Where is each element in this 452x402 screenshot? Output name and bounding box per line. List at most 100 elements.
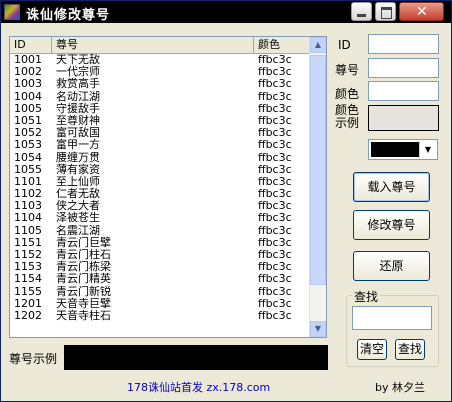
row-title: 守援敌手 bbox=[56, 101, 100, 115]
list-body: 1001 天下无敌 ffbc3c 1002 一代宗师 ffbc3c 1003 救赏高手 ffbc… bbox=[10, 54, 310, 337]
row-id: 1051 bbox=[14, 113, 42, 127]
row-color: ffbc3c bbox=[258, 138, 292, 152]
row-color: ffbc3c bbox=[258, 248, 292, 261]
row-id: 1153 bbox=[14, 260, 42, 274]
list-scrollbar[interactable]: ▲ ▼ bbox=[309, 37, 326, 337]
row-color: ffbc3c bbox=[258, 284, 292, 298]
row-title: 天音寺柱石 bbox=[56, 308, 111, 322]
find-button[interactable]: 查找 bbox=[395, 339, 425, 360]
table-row[interactable]: 1202 天音寺柱石 ffbc3c bbox=[10, 308, 310, 322]
row-id: 1103 bbox=[14, 199, 42, 213]
title-list[interactable]: ID 尊号 颜色 1001 天下无敌 ffbc3c 1002 一代宗师 ffbc3c 100… bbox=[9, 36, 327, 338]
row-id: 1002 bbox=[14, 65, 42, 79]
row-id: 1105 bbox=[14, 223, 42, 237]
row-title: 青云门新锐 bbox=[56, 284, 111, 298]
scroll-thumb[interactable] bbox=[310, 55, 326, 285]
row-color: ffbc3c bbox=[258, 54, 292, 66]
row-title: 腰缠万贯 bbox=[56, 150, 100, 164]
row-color: ffbc3c bbox=[258, 77, 292, 91]
color-label: 颜色 bbox=[335, 87, 360, 101]
maximize-button[interactable] bbox=[375, 2, 396, 21]
minimize-icon bbox=[357, 14, 366, 17]
search-group-label: 查找 bbox=[352, 288, 381, 305]
row-id: 1003 bbox=[14, 77, 42, 91]
column-header-id[interactable]: ID bbox=[10, 37, 52, 53]
row-color: ffbc3c bbox=[258, 308, 292, 322]
minimize-button[interactable] bbox=[351, 2, 372, 21]
id-label: ID bbox=[338, 38, 351, 52]
reset-button[interactable]: 还原 bbox=[353, 251, 430, 281]
clear-button[interactable]: 清空 bbox=[357, 339, 387, 360]
row-color: ffbc3c bbox=[258, 260, 292, 274]
row-title: 薄有家资 bbox=[56, 162, 100, 176]
color-field[interactable] bbox=[368, 81, 439, 101]
close-button[interactable]: ✕ bbox=[399, 2, 444, 21]
row-color: ffbc3c bbox=[258, 199, 292, 213]
color-picker-dropdown[interactable]: ▼ bbox=[368, 139, 438, 160]
scroll-up-arrow-icon[interactable]: ▲ bbox=[310, 37, 326, 53]
table-row[interactable]: 1004 名动江湖 ffbc3c bbox=[10, 89, 310, 103]
row-title: 青云门巨擘 bbox=[56, 235, 111, 249]
title-bar: 诛仙修改尊号 ✕ bbox=[1, 1, 451, 23]
row-color: ffbc3c bbox=[258, 272, 292, 286]
color-preview-swatch bbox=[368, 105, 439, 131]
modify-title-button[interactable]: 修改尊号 bbox=[353, 210, 430, 240]
row-id: 1154 bbox=[14, 272, 42, 286]
table-row[interactable]: 1104 泽被苍生 ffbc3c bbox=[10, 212, 310, 224]
table-row[interactable]: 1155 青云门新锐 ffbc3c bbox=[10, 284, 310, 298]
main-window: 诛仙修改尊号 ✕ ID 尊号 颜色 1001 天下无敌 ffbc3c 1002 一代宗师… bbox=[0, 0, 452, 402]
load-title-button[interactable]: 载入尊号 bbox=[353, 172, 430, 202]
site-link[interactable]: 178诛仙站首发 zx.178.com bbox=[127, 379, 270, 395]
row-id: 1102 bbox=[14, 187, 42, 201]
row-title: 名动江湖 bbox=[56, 89, 100, 103]
row-color: ffbc3c bbox=[258, 174, 292, 188]
window-title: 诛仙修改尊号 bbox=[26, 8, 111, 23]
row-color: ffbc3c bbox=[258, 101, 292, 115]
row-color: ffbc3c bbox=[258, 126, 292, 140]
row-id: 1001 bbox=[14, 54, 42, 66]
table-row[interactable]: 1054 腰缠万贯 ffbc3c bbox=[10, 150, 310, 164]
row-id: 1054 bbox=[14, 150, 42, 164]
title-preview-box bbox=[64, 345, 328, 370]
row-color: ffbc3c bbox=[258, 187, 292, 201]
row-color: ffbc3c bbox=[258, 162, 292, 176]
row-color: ffbc3c bbox=[258, 211, 292, 225]
row-id: 1052 bbox=[14, 126, 42, 140]
row-id: 1101 bbox=[14, 174, 42, 188]
row-id: 1155 bbox=[14, 284, 42, 298]
row-title: 富甲一方 bbox=[56, 138, 100, 152]
table-row[interactable]: 1154 青云门精英 ffbc3c bbox=[10, 273, 310, 285]
column-header-color[interactable]: 颜色 bbox=[254, 37, 310, 53]
title-field[interactable] bbox=[368, 58, 439, 78]
row-id: 1152 bbox=[14, 248, 42, 261]
table-row[interactable]: 1003 救赏高手 ffbc3c bbox=[10, 78, 310, 90]
row-color: ffbc3c bbox=[258, 65, 292, 79]
table-row[interactable]: 1105 名震江湖 ffbc3c bbox=[10, 223, 310, 237]
author-credit: by 林夕兰 bbox=[375, 381, 425, 394]
row-title: 天音寺巨擘 bbox=[56, 296, 111, 310]
search-input[interactable] bbox=[352, 306, 432, 330]
row-color: ffbc3c bbox=[258, 113, 292, 127]
row-id: 1151 bbox=[14, 235, 42, 249]
row-id: 1005 bbox=[14, 101, 42, 115]
row-id: 1104 bbox=[14, 211, 42, 225]
row-title: 青云门精英 bbox=[56, 272, 111, 286]
preview-label: 尊号示例 bbox=[9, 352, 58, 366]
table-row[interactable]: 1053 富甲一方 ffbc3c bbox=[10, 139, 310, 151]
row-color: ffbc3c bbox=[258, 150, 292, 164]
row-id: 1201 bbox=[14, 296, 42, 310]
row-title: 救赏高手 bbox=[56, 77, 100, 91]
row-title: 名震江湖 bbox=[56, 223, 100, 237]
id-field[interactable] bbox=[368, 34, 439, 54]
row-color: ffbc3c bbox=[258, 223, 292, 237]
row-color: ffbc3c bbox=[258, 89, 292, 103]
row-color: ffbc3c bbox=[258, 296, 292, 310]
scroll-down-arrow-icon[interactable]: ▼ bbox=[310, 321, 326, 337]
app-icon bbox=[4, 4, 20, 20]
row-id: 1202 bbox=[14, 308, 42, 322]
column-header-title[interactable]: 尊号 bbox=[52, 37, 254, 53]
maximize-icon bbox=[381, 7, 392, 19]
row-color: ffbc3c bbox=[258, 235, 292, 249]
chevron-down-icon[interactable]: ▼ bbox=[419, 141, 436, 158]
row-id: 1053 bbox=[14, 138, 42, 152]
